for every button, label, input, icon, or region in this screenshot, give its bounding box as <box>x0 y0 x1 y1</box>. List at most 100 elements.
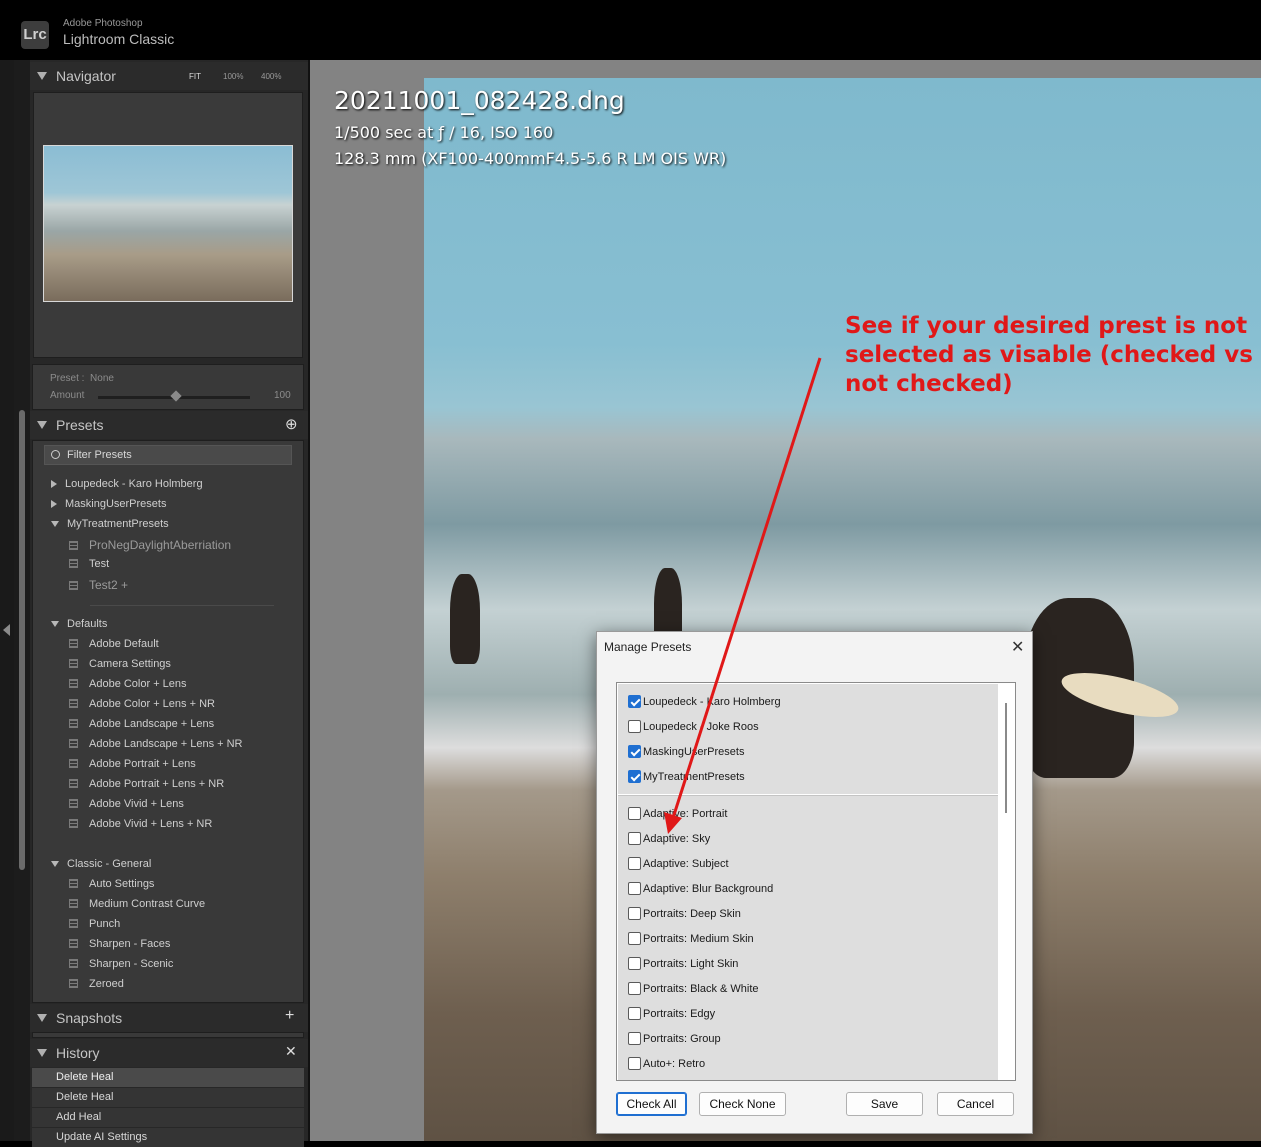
preset-item[interactable]: Punch <box>69 918 120 930</box>
add-snapshot-icon[interactable]: + <box>285 1007 294 1025</box>
cancel-button[interactable]: Cancel <box>937 1092 1014 1116</box>
preset-label: Preset : None <box>50 373 114 384</box>
close-icon[interactable]: ✕ <box>1011 637 1024 657</box>
expand-icon[interactable] <box>51 480 57 489</box>
preset-item[interactable]: Adobe Vivid + Lens <box>69 798 184 810</box>
collapse-icon[interactable] <box>51 621 59 628</box>
preset-checkbox-row[interactable]: Portraits: Light Skin <box>628 957 738 970</box>
navigator-header[interactable]: Navigator FIT 100% 400% <box>30 62 308 90</box>
history-item[interactable]: Update AI Settings <box>32 1128 304 1147</box>
filter-presets-input[interactable]: Filter Presets <box>44 445 292 465</box>
preset-item[interactable]: Medium Contrast Curve <box>69 898 205 910</box>
history-item[interactable]: Add Heal <box>32 1108 304 1127</box>
collapse-icon[interactable] <box>51 861 59 868</box>
preset-icon <box>69 879 78 888</box>
preset-icon <box>69 559 78 568</box>
collapse-triangle-icon[interactable] <box>37 1049 47 1057</box>
preset-icon <box>69 939 78 948</box>
check-all-button[interactable]: Check All <box>616 1092 687 1116</box>
checkbox[interactable] <box>628 957 641 970</box>
checkbox[interactable] <box>628 907 641 920</box>
collapse-triangle-icon[interactable] <box>37 1014 47 1022</box>
preset-item[interactable]: Adobe Color + Lens <box>69 678 187 690</box>
preset-item[interactable]: Adobe Color + Lens + NR <box>69 698 215 710</box>
preset-checkbox-row[interactable]: Adaptive: Subject <box>628 857 729 870</box>
preset-checkbox-row[interactable]: Adaptive: Blur Background <box>628 882 773 895</box>
save-button[interactable]: Save <box>846 1092 923 1116</box>
history-title: History <box>56 1045 100 1061</box>
navigator-thumbnail[interactable] <box>43 145 293 302</box>
presets-title: Presets <box>56 417 104 433</box>
preset-item[interactable]: Test <box>69 558 109 570</box>
preset-group-loupedeck[interactable]: Loupedeck - Karo Holmberg <box>51 478 203 490</box>
preset-icon <box>69 819 78 828</box>
preset-item[interactable]: ProNegDaylightAberriation <box>69 538 231 552</box>
checkbox[interactable] <box>628 770 641 783</box>
preset-item[interactable]: Adobe Landscape + Lens + NR <box>69 738 243 750</box>
history-header[interactable]: History ✕ <box>30 1039 308 1067</box>
add-preset-icon[interactable]: ⊕ <box>285 415 298 433</box>
checklist-scrollbar[interactable] <box>1005 703 1007 813</box>
preset-checkbox-row[interactable]: Loupedeck - Karo Holmberg <box>628 695 781 708</box>
preset-item[interactable]: Adobe Landscape + Lens <box>69 718 214 730</box>
preset-checkbox-row[interactable]: MaskingUserPresets <box>628 745 744 758</box>
preset-group-classic-general[interactable]: Classic - General <box>51 858 151 870</box>
preset-checkbox-row[interactable]: Portraits: Black & White <box>628 982 759 995</box>
check-none-button[interactable]: Check None <box>699 1092 786 1116</box>
checkbox[interactable] <box>628 745 641 758</box>
expand-icon[interactable] <box>51 500 57 509</box>
collapse-left-panel-icon[interactable] <box>3 624 10 636</box>
preset-checkbox-row[interactable]: MyTreatmentPresets <box>628 770 745 783</box>
history-item[interactable]: Delete Heal <box>32 1068 304 1087</box>
preset-item[interactable]: Adobe Portrait + Lens + NR <box>69 778 224 790</box>
preset-item[interactable]: Adobe Default <box>69 638 159 650</box>
checkbox[interactable] <box>628 1007 641 1020</box>
presets-header[interactable]: Presets ⊕ <box>30 411 308 439</box>
preset-checkbox-row[interactable]: Portraits: Deep Skin <box>628 907 741 920</box>
checkbox[interactable] <box>628 982 641 995</box>
preset-checkbox-row[interactable]: Adaptive: Portrait <box>628 807 727 820</box>
zoom-400[interactable]: 400% <box>261 72 281 81</box>
preset-item[interactable]: Sharpen - Faces <box>69 938 170 950</box>
preset-group-defaults[interactable]: Defaults <box>51 618 107 630</box>
preset-icon <box>69 759 78 768</box>
preset-item[interactable]: Adobe Portrait + Lens <box>69 758 196 770</box>
preset-item[interactable]: Adobe Vivid + Lens + NR <box>69 818 212 830</box>
preset-item[interactable]: Auto Settings <box>69 878 154 890</box>
preset-icon <box>69 959 78 968</box>
preset-item[interactable]: Zeroed <box>69 978 124 990</box>
checkbox[interactable] <box>628 1057 641 1070</box>
checkbox[interactable] <box>628 832 641 845</box>
checkbox[interactable] <box>628 807 641 820</box>
preset-checkbox-row[interactable]: Loupedeck - Joke Roos <box>628 720 759 733</box>
collapse-triangle-icon[interactable] <box>37 421 47 429</box>
preset-item[interactable]: Test2 + <box>69 578 128 592</box>
clear-history-icon[interactable]: ✕ <box>285 1043 297 1060</box>
preset-group-masking[interactable]: MaskingUserPresets <box>51 498 166 510</box>
preset-group-mytreatment[interactable]: MyTreatmentPresets <box>51 518 169 530</box>
collapse-triangle-icon[interactable] <box>37 72 47 80</box>
checkbox[interactable] <box>628 695 641 708</box>
preset-checkbox-row[interactable]: Portraits: Edgy <box>628 1007 715 1020</box>
checkbox[interactable] <box>628 857 641 870</box>
presets-checklist[interactable]: Loupedeck - Karo Holmberg Loupedeck - Jo… <box>616 682 1016 1081</box>
zoom-fit[interactable]: FIT <box>189 72 201 81</box>
zoom-100[interactable]: 100% <box>223 72 243 81</box>
checkbox[interactable] <box>628 932 641 945</box>
preset-item[interactable]: Sharpen - Scenic <box>69 958 173 970</box>
history-item[interactable]: Delete Heal <box>32 1088 304 1107</box>
preset-checkbox-row[interactable]: Portraits: Group <box>628 1032 721 1045</box>
checkbox[interactable] <box>628 720 641 733</box>
left-panel-scroll-thumb[interactable] <box>19 410 25 870</box>
preset-item[interactable]: Camera Settings <box>69 658 171 670</box>
preset-checkbox-row[interactable]: Auto+: Retro <box>628 1057 705 1070</box>
checkbox[interactable] <box>628 1032 641 1045</box>
collapse-icon[interactable] <box>51 521 59 528</box>
snapshots-title: Snapshots <box>56 1010 123 1026</box>
navigator-preview[interactable] <box>33 92 303 358</box>
checkbox[interactable] <box>628 882 641 895</box>
preset-checkbox-row[interactable]: Portraits: Medium Skin <box>628 932 754 945</box>
preset-icon <box>69 799 78 808</box>
snapshots-header[interactable]: Snapshots + <box>30 1004 308 1032</box>
preset-checkbox-row[interactable]: Adaptive: Sky <box>628 832 710 845</box>
